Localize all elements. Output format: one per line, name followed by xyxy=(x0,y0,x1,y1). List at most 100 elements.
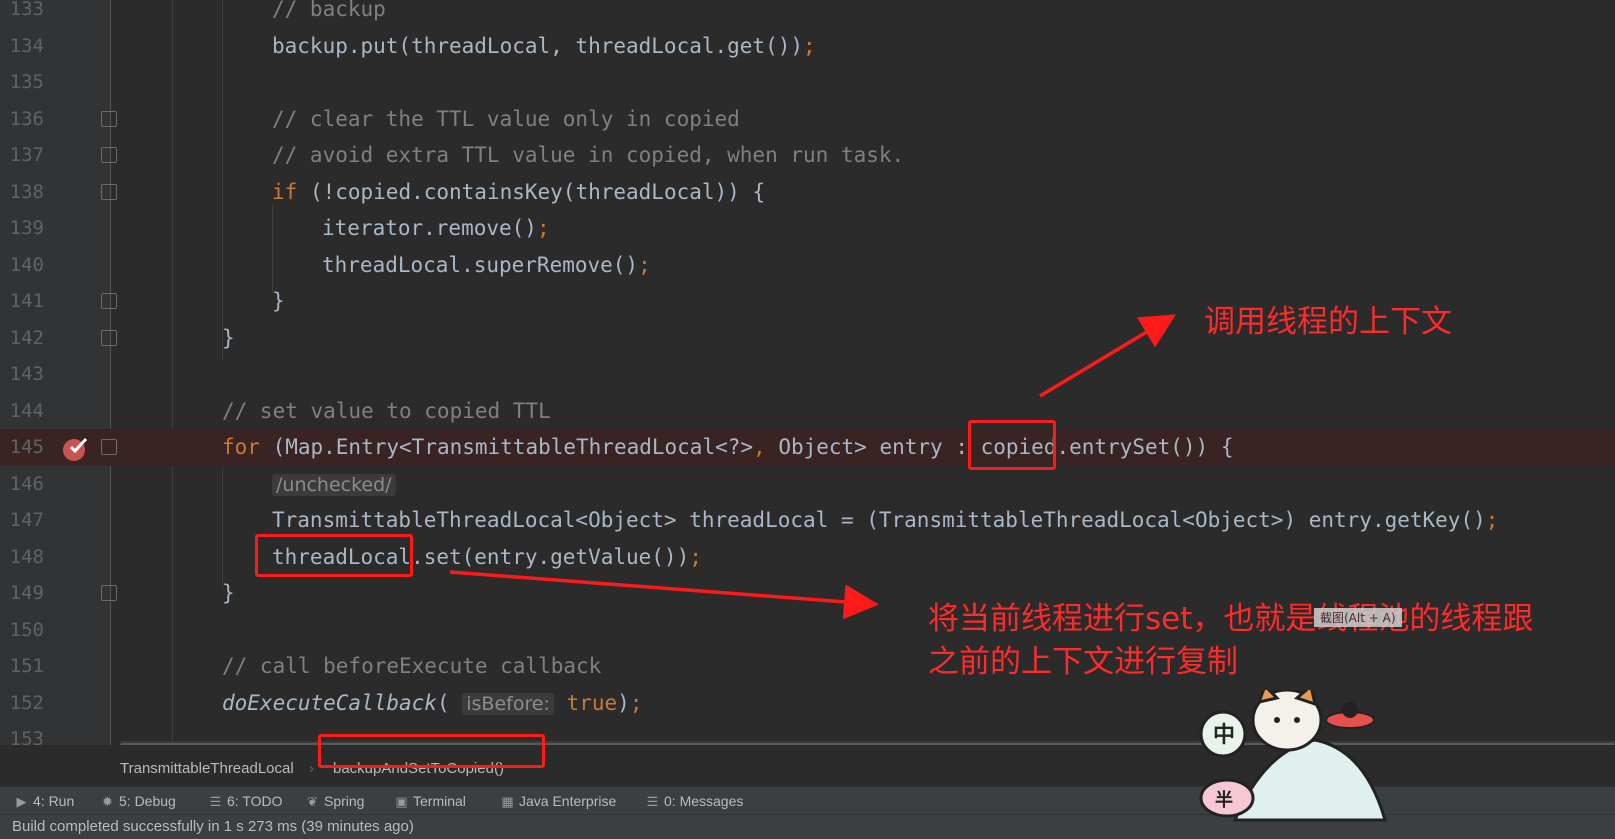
line-number[interactable]: 153 xyxy=(0,721,44,745)
code-line[interactable]: 139 iterator.remove(); xyxy=(0,210,1615,247)
line-number[interactable]: 143 xyxy=(0,356,44,393)
breadcrumb: TransmittableThreadLocal › backupAndSetT… xyxy=(0,751,1615,786)
toolwindow-label: 5: Debug xyxy=(119,793,176,809)
line-number[interactable]: 146 xyxy=(0,466,44,503)
scrollbar-thumb[interactable] xyxy=(120,743,1615,745)
terminal-icon: ▣ xyxy=(395,794,408,809)
breakpoint-icon[interactable] xyxy=(62,436,88,462)
messages-icon: ☰ xyxy=(646,794,659,809)
toolwindow-terminal[interactable]: ▣ Terminal xyxy=(394,787,466,816)
line-number[interactable]: 134 xyxy=(0,28,44,65)
code-text: TransmittableThreadLocal<Object> threadL… xyxy=(272,502,1498,539)
code-token: // clear the TTL value only in copied xyxy=(272,106,740,131)
line-number[interactable]: 149 xyxy=(0,575,44,612)
code-line[interactable]: 134 backup.put(threadLocal, threadLocal.g… xyxy=(0,28,1615,65)
toolwindow-run[interactable]: ▶ 4: Run xyxy=(14,787,75,816)
tool-window-bar: ▶ 4: Run ✹ 5: Debug ☰ 6: TODO ❦ Spring ▣ Terminal… xyxy=(0,786,1615,815)
toolwindow-debug[interactable]: ✹ 5: Debug xyxy=(100,787,176,816)
toolwindow-spring[interactable]: ❦ Spring xyxy=(305,787,364,816)
code-token: ; xyxy=(803,33,816,58)
line-number[interactable]: 136 xyxy=(0,101,44,138)
horizontal-scrollbar[interactable] xyxy=(120,741,1615,745)
code-token: threadLocal.superRemove() xyxy=(322,252,639,277)
code-token: threadLocal.set(entry.getValue()) xyxy=(272,544,690,569)
line-number[interactable]: 151 xyxy=(0,648,44,685)
code-line[interactable]: 136 // clear the TTL value only in copied xyxy=(0,101,1615,138)
line-number[interactable]: 152 xyxy=(0,685,44,722)
play-icon: ▶ xyxy=(16,794,27,809)
code-text: // call beforeExecute callback xyxy=(222,648,601,685)
code-token: } xyxy=(272,289,285,313)
code-line[interactable]: 135 xyxy=(0,64,1615,101)
code-line[interactable]: 148 threadLocal.set(entry.getValue()); xyxy=(0,539,1615,576)
code-line[interactable]: 142} xyxy=(0,320,1615,357)
toolwindow-label: Java Enterprise xyxy=(519,793,617,809)
code-token: ; xyxy=(536,216,550,240)
code-text: // set value to copied TTL xyxy=(222,393,551,430)
fold-marker-icon[interactable] xyxy=(101,183,117,200)
code-text: for (Map.Entry<TransmittableThreadLocal<… xyxy=(222,429,1233,466)
line-number[interactable]: 137 xyxy=(0,137,44,174)
fold-marker-icon[interactable] xyxy=(101,439,117,455)
code-line[interactable]: 151 // call beforeExecute callback xyxy=(0,648,1615,685)
fold-marker-icon[interactable] xyxy=(101,147,117,163)
fold-marker-icon[interactable] xyxy=(101,585,117,601)
code-line[interactable]: 150 xyxy=(0,612,1615,649)
code-token: for xyxy=(222,435,273,459)
code-line[interactable]: 152 doExecuteCallback( isBefore: true); xyxy=(0,685,1615,722)
code-line[interactable]: 138 if (!copied.containsKey(threadLocal))… xyxy=(0,174,1615,211)
fold-marker-icon[interactable] xyxy=(101,293,117,309)
code-text: } xyxy=(222,320,235,357)
code-token: (Map.Entry<TransmittableThreadLocal<?> xyxy=(272,435,754,459)
code-line[interactable]: 137 // avoid extra TTL value in copied, w… xyxy=(0,137,1615,174)
code-token: iterator.remove() xyxy=(322,216,537,240)
code-text: backup.put(threadLocal, threadLocal.get(… xyxy=(272,28,816,65)
breadcrumb-method[interactable]: backupAndSetToCopied() xyxy=(333,751,504,786)
code-editor[interactable]: 133 // backup 134 backup.put(threadLocal, t… xyxy=(0,0,1615,745)
breadcrumb-separator-icon: › xyxy=(309,760,314,777)
line-number[interactable]: 135 xyxy=(0,64,44,101)
code-line[interactable]: 146/unchecked/ xyxy=(0,466,1615,503)
code-line[interactable]: 145 for (Map.Entry<TransmittableThreadLoc… xyxy=(0,429,1615,466)
code-token: backup.put(threadLocal, threadLocal.get(… xyxy=(272,33,804,58)
line-number[interactable]: 148 xyxy=(0,539,44,576)
line-number[interactable]: 147 xyxy=(0,502,44,539)
line-number[interactable]: 150 xyxy=(0,612,44,649)
code-token: , xyxy=(753,435,779,459)
toolwindow-label: 0: Messages xyxy=(664,793,744,809)
toolwindow-label: Terminal xyxy=(413,793,466,809)
code-line[interactable]: 147 TransmittableThreadLocal<Object> thre… xyxy=(0,502,1615,539)
toolwindow-javaee[interactable]: ▦ Java Enterprise xyxy=(500,787,616,816)
code-line[interactable]: 144 // set value to copied TTL xyxy=(0,393,1615,430)
status-text: Build completed successfully in 1 s 273 … xyxy=(12,818,414,835)
code-text: threadLocal.set(entry.getValue()); xyxy=(272,539,702,576)
code-text: doExecuteCallback( isBefore: true); xyxy=(222,685,642,723)
toolwindow-label: Spring xyxy=(324,793,365,809)
toolwindow-todo[interactable]: ☰ 6: TODO xyxy=(208,787,283,816)
code-line[interactable]: 140 threadLocal.superRemove(); xyxy=(0,247,1615,284)
code-text: // avoid extra TTL value in copied, when… xyxy=(272,137,904,174)
code-line[interactable]: 149} xyxy=(0,575,1615,612)
line-number[interactable]: 138 xyxy=(0,174,44,211)
code-token: true xyxy=(553,690,618,715)
code-text: iterator.remove(); xyxy=(322,210,550,247)
breadcrumb-class[interactable]: TransmittableThreadLocal xyxy=(120,751,294,786)
code-line[interactable]: 141} xyxy=(0,283,1615,320)
code-line[interactable]: 133 // backup xyxy=(0,0,1615,28)
line-number[interactable]: 142 xyxy=(0,320,44,357)
code-line[interactable]: 143 xyxy=(0,356,1615,393)
fold-marker-icon[interactable] xyxy=(101,329,117,346)
line-number[interactable]: 141 xyxy=(0,283,44,320)
code-text: } xyxy=(272,283,285,320)
fold-marker-icon[interactable] xyxy=(101,110,117,127)
code-text: } xyxy=(222,575,235,612)
line-number[interactable]: 145 xyxy=(0,429,44,466)
code-token: // call beforeExecute callback xyxy=(222,654,602,678)
code-token: // set value to copied TTL xyxy=(222,398,551,423)
line-number[interactable]: 140 xyxy=(0,247,44,284)
code-token: doExecuteCallback xyxy=(222,690,437,715)
line-number[interactable]: 133 xyxy=(0,0,44,28)
line-number[interactable]: 144 xyxy=(0,393,44,430)
toolwindow-messages[interactable]: ☰ 0: Messages xyxy=(645,787,744,816)
line-number[interactable]: 139 xyxy=(0,210,44,247)
